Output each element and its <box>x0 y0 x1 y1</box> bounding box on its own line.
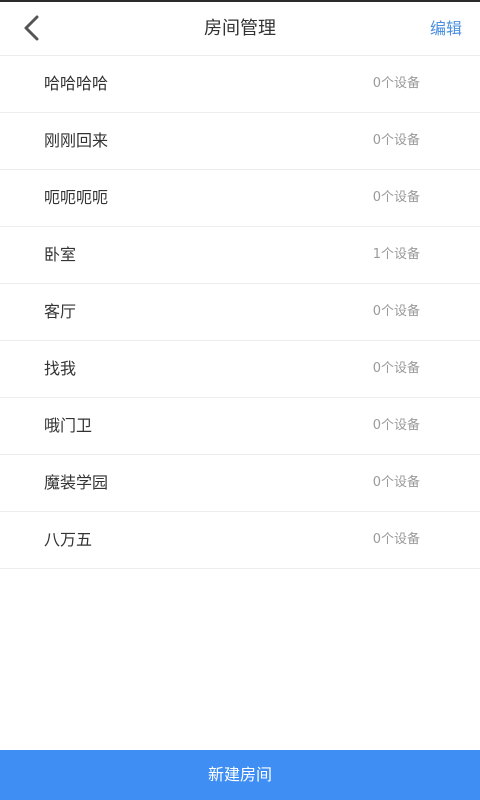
room-device-count: 1个设备 <box>372 247 420 262</box>
room-name: 刚刚回来 <box>44 131 109 150</box>
room-device-count: 0个设备 <box>372 418 420 433</box>
room-row-1[interactable]: 哈哈哈哈 0个设备 <box>0 56 480 113</box>
room-device-count: 0个设备 <box>372 532 420 547</box>
header-bar: 房间管理 编辑 <box>0 2 480 56</box>
new-room-button[interactable]: 新建房间 <box>0 750 480 800</box>
back-button[interactable] <box>10 6 54 50</box>
room-name: 客厅 <box>44 302 77 321</box>
room-device-count: 0个设备 <box>372 475 420 490</box>
room-device-count: 0个设备 <box>372 304 420 319</box>
room-device-count: 0个设备 <box>372 361 420 376</box>
room-row-7[interactable]: 哦门卫 0个设备 <box>0 398 480 455</box>
room-name: 卧室 <box>44 245 77 264</box>
page-title: 房间管理 <box>204 18 276 39</box>
room-list: 哈哈哈哈 0个设备 刚刚回来 0个设备 呃呃呃呃 0个设备 卧室 1个设备 客厅… <box>0 56 480 569</box>
room-name: 找我 <box>44 359 77 378</box>
room-name: 八万五 <box>44 530 93 549</box>
room-name: 呃呃呃呃 <box>44 188 109 207</box>
room-name: 哦门卫 <box>44 416 93 435</box>
chevron-left-icon <box>24 15 39 41</box>
room-row-3[interactable]: 呃呃呃呃 0个设备 <box>0 170 480 227</box>
room-row-5[interactable]: 客厅 0个设备 <box>0 284 480 341</box>
room-row-8[interactable]: 魔装学园 0个设备 <box>0 455 480 512</box>
room-row-2[interactable]: 刚刚回来 0个设备 <box>0 113 480 170</box>
room-row-6[interactable]: 找我 0个设备 <box>0 341 480 398</box>
room-row-4[interactable]: 卧室 1个设备 <box>0 227 480 284</box>
room-device-count: 0个设备 <box>372 190 420 205</box>
room-row-9[interactable]: 八万五 0个设备 <box>0 512 480 569</box>
room-device-count: 0个设备 <box>372 76 420 91</box>
room-device-count: 0个设备 <box>372 133 420 148</box>
room-name: 魔装学园 <box>44 473 109 492</box>
edit-button[interactable]: 编辑 <box>430 2 462 55</box>
room-name: 哈哈哈哈 <box>44 74 109 93</box>
